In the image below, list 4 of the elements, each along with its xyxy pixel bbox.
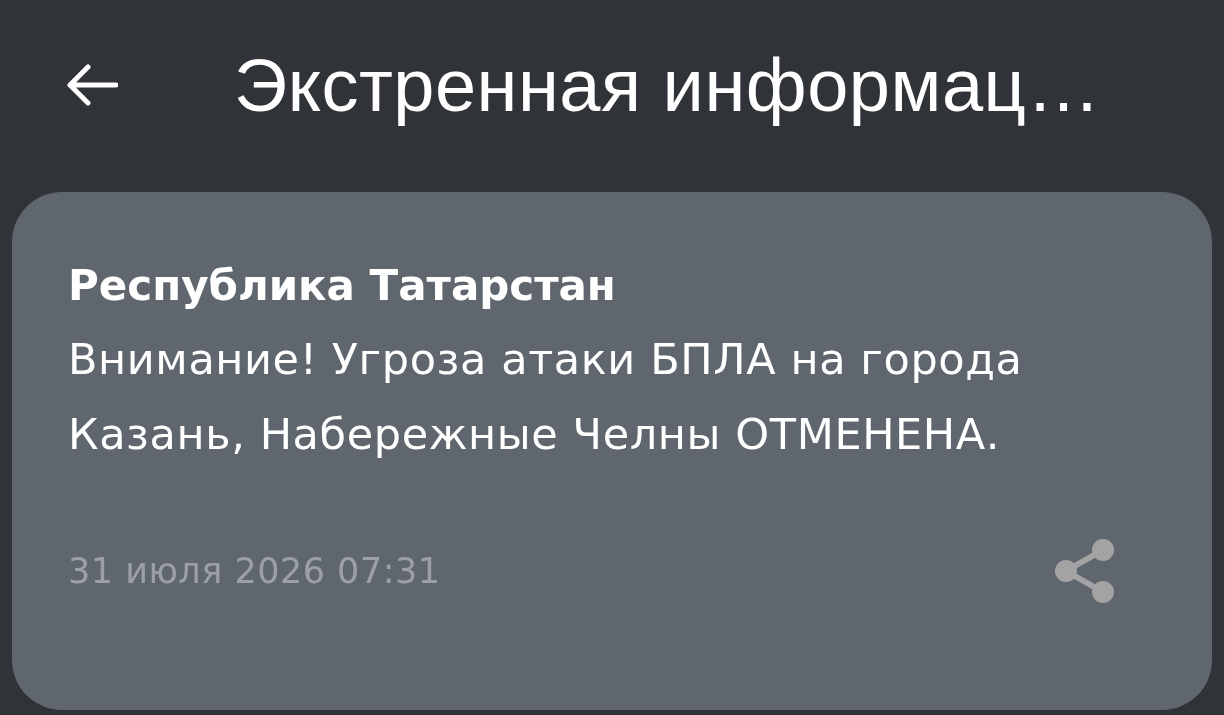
page-title: Экстренная информац… bbox=[234, 42, 1101, 128]
alert-timestamp: 31 июля 2026 07:31 bbox=[68, 551, 441, 591]
alert-message: Внимание! Угроза атаки БПЛА на города Казань, Набережные Челны ОТМЕНЕНА. bbox=[68, 333, 1024, 461]
alert-region: Республика Татарстан bbox=[68, 260, 617, 312]
